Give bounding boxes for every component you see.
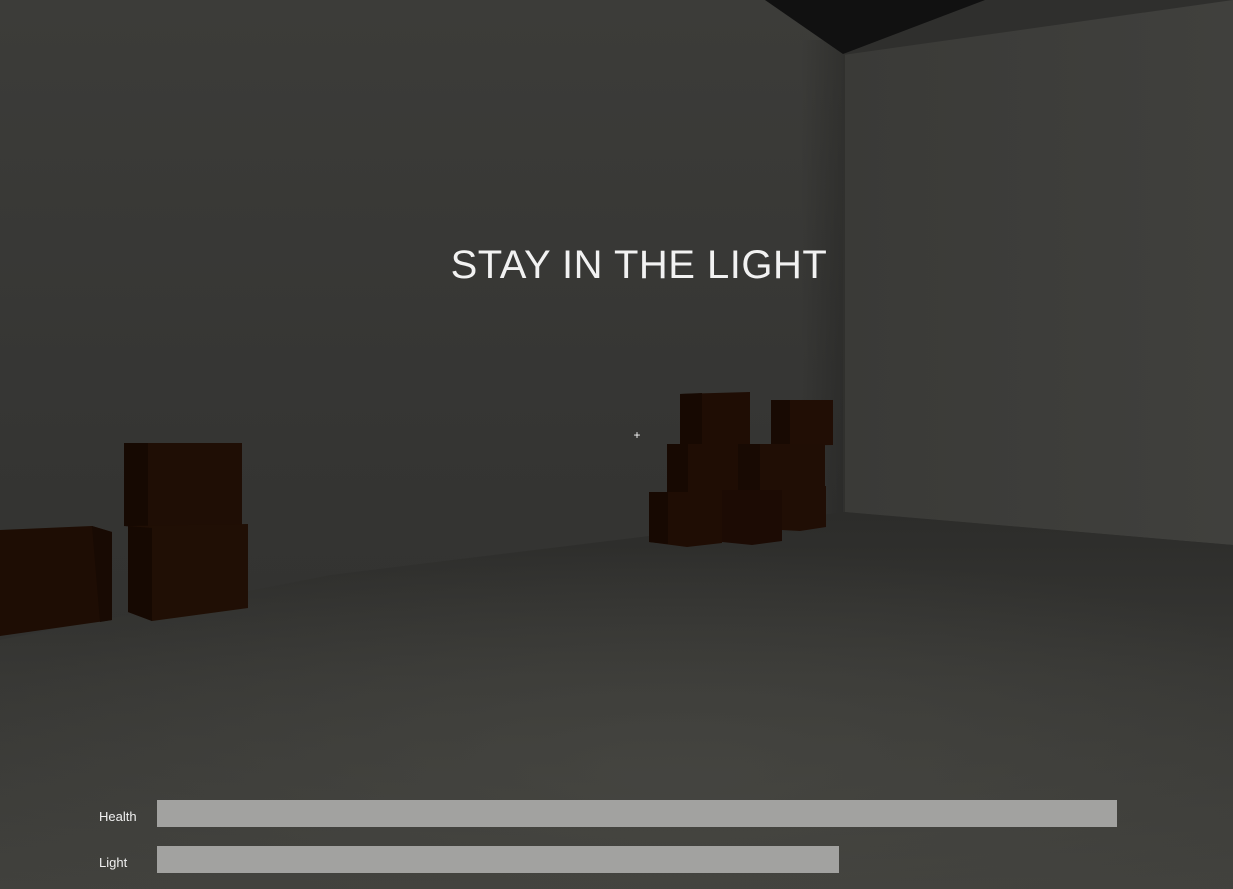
crosshair-icon: + xyxy=(633,428,641,442)
crate-stack-left xyxy=(124,443,248,621)
health-label: Health xyxy=(99,809,137,824)
health-meter: Health xyxy=(99,800,1119,827)
light-meter: Light xyxy=(99,846,1119,873)
light-label: Light xyxy=(99,855,128,870)
room-scene xyxy=(0,0,1233,889)
health-bar-fill xyxy=(157,800,1117,827)
health-bar-track xyxy=(157,800,1117,827)
light-bar-fill xyxy=(157,846,839,873)
crate-left-low xyxy=(0,526,112,636)
light-bar-track xyxy=(157,846,1117,873)
game-viewport[interactable]: STAY IN THE LIGHT + Health Light xyxy=(0,0,1233,889)
objective-message: STAY IN THE LIGHT xyxy=(450,243,828,287)
